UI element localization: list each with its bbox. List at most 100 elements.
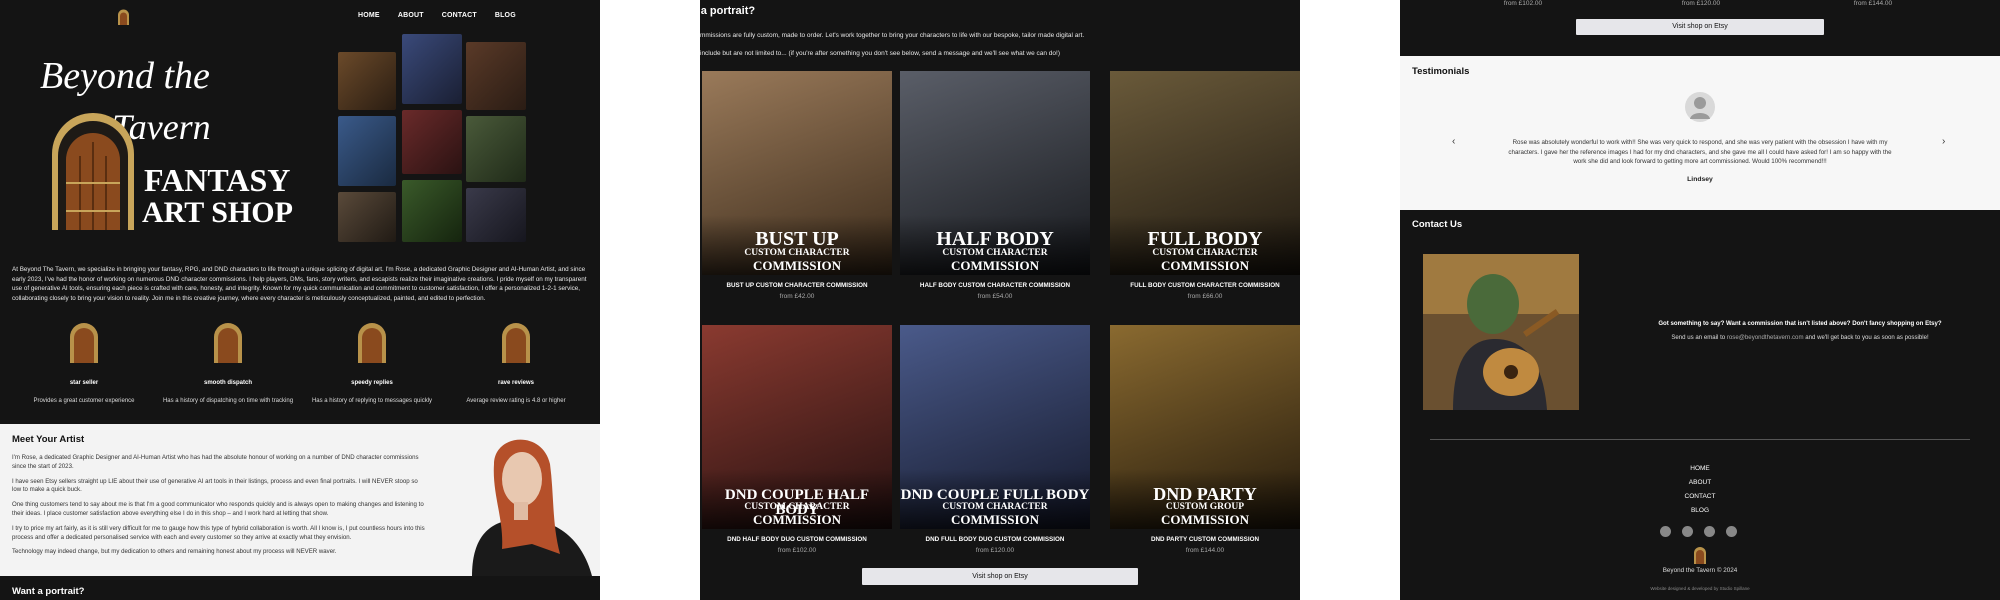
commission-price: from £102.00: [777, 547, 817, 554]
commission-price: from £144.00: [1853, 0, 1893, 7]
footer-links: HOME ABOUT CONTACT BLOG: [1400, 465, 2000, 521]
collage-image: [466, 42, 526, 110]
contact-email-link[interactable]: rose@beyondthetavern.com: [1727, 334, 1804, 341]
collage-image: [466, 188, 526, 242]
commission-title: DND COUPLE FULL BODY: [900, 487, 1090, 503]
nav-about-link[interactable]: ABOUT: [398, 12, 424, 19]
commission-caption[interactable]: HALF BODY CUSTOM CHARACTER COMMISSION: [900, 282, 1090, 289]
homepage-top-panel: HOME ABOUT CONTACT BLOG Beyond the Taver…: [0, 0, 600, 600]
commission-label: COMMISSION: [1160, 258, 1250, 273]
commission-caption[interactable]: BUST UP CUSTOM CHARACTER COMMISSION: [702, 282, 892, 289]
feature-desc: Has a history of replying to messages qu…: [311, 398, 433, 404]
commission-image[interactable]: DND COUPLE FULL BODY CUSTOM CHARACTER CO…: [900, 325, 1090, 529]
artist-portrait: [432, 424, 600, 576]
brand-line-3: FANTASY: [144, 162, 291, 198]
footer-blog-link[interactable]: BLOG: [1400, 507, 2000, 521]
social-icon[interactable]: [1726, 526, 1737, 537]
chevron-left-icon[interactable]: ‹: [1452, 136, 1455, 147]
feature-title: star seller: [69, 380, 99, 386]
user-icon: [1690, 97, 1710, 119]
portraits-intro-line-2: include but are not limited to... (if yo…: [700, 50, 1060, 57]
social-icon[interactable]: [1682, 526, 1693, 537]
top-nav: HOME ABOUT CONTACT BLOG: [0, 9, 600, 29]
portraits-heading: t a portrait?: [700, 5, 756, 17]
tavern-door-icon: [358, 323, 386, 363]
social-icon[interactable]: [1704, 526, 1715, 537]
feature-desc: Has a history of dispatching on time wit…: [162, 398, 294, 404]
tavern-door-logo-icon[interactable]: [117, 9, 130, 25]
pricing-tail-section: from £102.00 from £120.00 from £144.00 V…: [1400, 0, 2000, 56]
feature-speedy-replies: speedy replies Has a history of replying…: [302, 323, 442, 404]
portraits-intro-line-1: mmissions are fully custom, made to orde…: [700, 32, 1085, 39]
portraits-panel: t a portrait? mmissions are fully custom…: [700, 0, 1300, 600]
visit-etsy-button[interactable]: Visit shop on Etsy: [862, 568, 1138, 585]
footer-home-link[interactable]: HOME: [1400, 465, 2000, 479]
testimonials-heading: Testimonials: [1412, 66, 1470, 77]
tavern-door-icon: [214, 323, 242, 363]
commission-price: from £120.00: [975, 547, 1015, 554]
visit-etsy-button[interactable]: Visit shop on Etsy: [1576, 19, 1824, 35]
commission-label: COMMISSION: [950, 258, 1040, 273]
avatar: [1685, 92, 1715, 122]
hero-section: Beyond the Tavern FANTASY ART SHOP: [0, 32, 600, 247]
contact-text: Send us an email to: [1671, 334, 1727, 341]
brand-logo: Beyond the Tavern FANTASY ART SHOP: [34, 44, 324, 244]
commission-caption[interactable]: DND PARTY CUSTOM COMMISSION: [1110, 536, 1300, 543]
commission-image[interactable]: BUST UP CUSTOM CHARACTER COMMISSION: [702, 71, 892, 275]
footer-about-link[interactable]: ABOUT: [1400, 479, 2000, 493]
commission-caption[interactable]: DND FULL BODY DUO CUSTOM COMMISSION: [900, 536, 1090, 543]
meet-paragraph: One thing customers tend to say about me…: [12, 501, 424, 517]
feature-rave-reviews: rave reviews Average review rating is 4.…: [446, 323, 586, 404]
collage-image: [338, 52, 396, 110]
feature-desc: Provides a great customer experience: [33, 398, 135, 404]
intro-paragraph: At Beyond The Tavern, we specialize in b…: [12, 266, 587, 302]
testimonials-contact-panel: from £102.00 from £120.00 from £144.00 V…: [1400, 0, 2000, 600]
feature-title: rave reviews: [497, 380, 535, 386]
commission-caption[interactable]: FULL BODY CUSTOM CHARACTER COMMISSION: [1110, 282, 1300, 289]
feature-smooth-dispatch: smooth dispatch Has a history of dispatc…: [158, 323, 298, 404]
commission-image[interactable]: HALF BODY CUSTOM CHARACTER COMMISSION: [900, 71, 1090, 275]
commission-caption[interactable]: DND HALF BODY DUO CUSTOM COMMISSION: [702, 536, 892, 543]
meet-text: I'm Rose, a dedicated Graphic Designer a…: [12, 454, 427, 563]
contact-illustration: [1423, 254, 1579, 410]
commission-label: COMMISSION: [1160, 512, 1250, 527]
contact-prompt: Got something to say? Want a commission …: [1658, 320, 1942, 327]
footer-contact-link[interactable]: CONTACT: [1400, 493, 2000, 507]
nav-home-link[interactable]: HOME: [358, 12, 380, 19]
collage-image: [402, 180, 462, 242]
commission-title: BUST UP: [755, 228, 839, 250]
commission-title: FULL BODY: [1147, 228, 1263, 250]
collage-image: [466, 116, 526, 182]
commission-image[interactable]: FULL BODY CUSTOM CHARACTER COMMISSION: [1110, 71, 1300, 275]
commission-price: from £120.00: [1681, 0, 1721, 7]
tavern-door-logo-icon[interactable]: [1693, 546, 1707, 564]
nav-contact-link[interactable]: CONTACT: [442, 12, 477, 19]
art-collage: [336, 32, 568, 247]
want-heading: Want a portrait?: [12, 586, 85, 597]
chevron-right-icon[interactable]: ›: [1942, 136, 1945, 147]
social-icon[interactable]: [1660, 526, 1671, 537]
collage-image: [338, 116, 396, 186]
collage-image: [338, 192, 396, 242]
feature-title: speedy replies: [351, 380, 393, 386]
tavern-door-icon: [502, 323, 530, 363]
commission-image[interactable]: DND COUPLE HALF BODY CUSTOM CHARACTER CO…: [702, 325, 892, 529]
meet-paragraph: I'm Rose, a dedicated Graphic Designer a…: [12, 454, 419, 470]
commission-image[interactable]: DND PARTY CUSTOM GROUP COMMISSION: [1110, 325, 1300, 529]
contact-heading: Contact Us: [1412, 219, 1463, 230]
commission-title: HALF BODY: [936, 228, 1054, 250]
commission-label: COMMISSION: [950, 512, 1040, 527]
commission-label: COMMISSION: [752, 512, 842, 527]
commission-price: from £66.00: [1187, 293, 1223, 300]
tavern-door-icon: [70, 323, 98, 363]
collage-image: [402, 110, 462, 174]
feature-desc: Average review rating is 4.8 or higher: [466, 398, 566, 404]
social-links: [1660, 526, 1737, 537]
meet-paragraph: Technology may indeed change, but my ded…: [12, 548, 337, 556]
nav-blog-link[interactable]: BLOG: [495, 12, 516, 19]
commission-price: from £42.00: [779, 293, 815, 300]
commission-price: from £144.00: [1185, 547, 1225, 554]
developer-credit: Website designed & developed by Studio S…: [1650, 586, 1750, 591]
copyright: Beyond the Tavern © 2024: [1662, 567, 1738, 574]
commission-price: from £102.00: [1503, 0, 1543, 7]
